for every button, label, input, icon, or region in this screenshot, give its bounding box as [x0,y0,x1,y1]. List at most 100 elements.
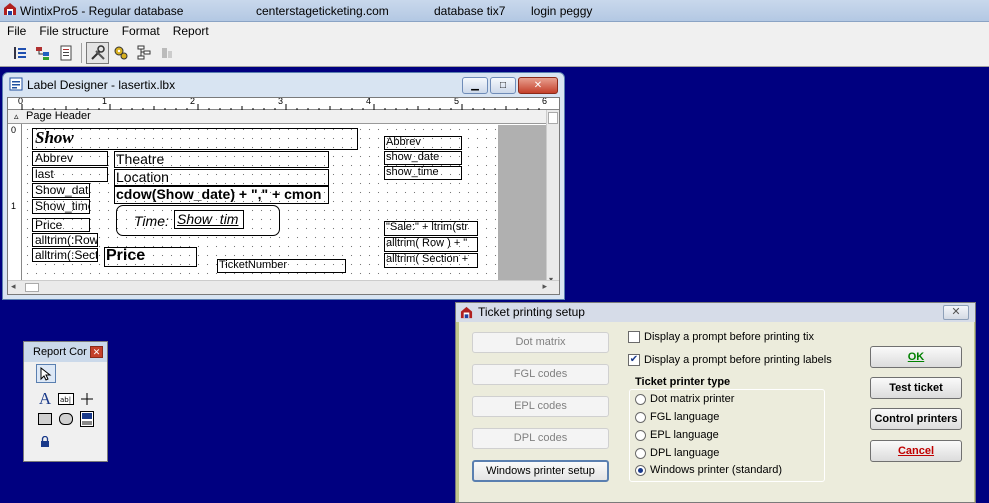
radio-label: Dot matrix printer [650,393,735,405]
band-collapse-icon[interactable]: ▵ [14,110,19,123]
close-button[interactable]: ✕ [518,77,558,94]
radio-epl[interactable]: EPL language [635,429,719,441]
report-controls-close-icon[interactable]: ✕ [90,346,103,358]
ticket-setup-title-bar: Ticket printing setup ✕ [456,303,975,322]
field-show[interactable]: Show [32,128,358,150]
band-label: Page Header [26,110,91,122]
field-last[interactable]: last [32,167,108,182]
radio-dpl[interactable]: DPL language [635,447,719,459]
vertical-scrollbar[interactable]: ▾ [546,110,559,284]
field-alltrim-row-right[interactable]: alltrim( Row ) + " [384,237,478,252]
ticket-setup-close-icon[interactable]: ✕ [943,305,969,320]
prompt-labels-checkbox[interactable]: ✔ Display a prompt before printing label… [628,354,832,366]
ok-button[interactable]: OK [870,346,962,368]
field-alltrim-row-left[interactable]: alltrim(:Row [32,233,98,247]
rectangle-tool-icon[interactable] [36,411,54,427]
label-designer-body: 0 1 2 3 4 5 6 ▵ Page Header 0 1 Show Abb… [7,97,560,295]
radio-circle[interactable] [635,429,646,441]
pointer-tool-icon[interactable] [36,364,56,383]
gears-icon[interactable] [109,42,132,64]
lock-icon[interactable] [36,434,54,450]
control-printers-button[interactable]: Control printers [870,408,962,430]
label-designer-window: Label Designer - lasertix.lbx ▁ □ ✕ 0 1 … [2,72,565,300]
field-alltrim-section-right[interactable]: alltrim( Section + [384,253,478,268]
field-tool-icon[interactable]: ab| [57,392,75,406]
minimize-icon: ▁ [471,80,479,91]
checkbox-box[interactable] [628,331,640,343]
minimize-button[interactable]: ▁ [462,77,488,94]
radio-windows-printer[interactable]: Windows printer (standard) [635,464,782,476]
field-alltrim-sect-left[interactable]: alltrim(:Sect [32,248,98,262]
menu-file[interactable]: File [0,24,32,38]
document-icon[interactable] [54,42,77,64]
radio-circle[interactable] [635,393,646,405]
rounded-rectangle-tool-icon[interactable] [57,411,75,427]
vertical-ruler: 0 1 [8,124,22,282]
windows-printer-setup-button[interactable]: Windows printer setup [472,460,609,482]
flowchart-icon[interactable] [132,42,155,64]
test-ticket-button[interactable]: Test ticket [870,377,962,399]
menu-report[interactable]: Report [166,24,215,38]
field-location[interactable]: Location [114,169,329,186]
field-show-date-left[interactable]: Show_date [32,183,90,198]
menu-format[interactable]: Format [115,24,166,38]
hscroll-thumb[interactable] [25,283,39,292]
field-sale-expression[interactable]: "Sale:" + ltrim(str [384,221,478,236]
radio-fgl[interactable]: FGL language [635,411,719,423]
label-margin-area [498,125,548,281]
field-show-time-right[interactable]: show_time [384,166,462,180]
field-price-big[interactable]: Price [104,247,197,267]
radio-label: EPL language [650,429,719,441]
field-theatre[interactable]: Theatre [114,151,329,168]
scroll-thumb[interactable] [548,112,558,124]
dpl-codes-button[interactable]: DPL codes [472,428,609,449]
label-tool-icon[interactable]: A [36,389,54,408]
scroll-left-arrow-icon[interactable]: ◂ [11,281,16,292]
label-canvas[interactable]: Show Abbrev last Show_date Show_time Pri… [23,125,498,281]
tree-icon[interactable] [31,42,54,64]
line-tool-icon[interactable] [78,390,96,408]
ruler-number: 6 [542,97,548,106]
horizontal-ruler: 0 1 2 3 4 5 6 [8,97,559,110]
fgl-codes-button[interactable]: FGL codes [472,364,609,385]
scroll-right-arrow-icon[interactable]: ▸ [542,281,547,292]
field-abbrev-left[interactable]: Abbrev [32,151,108,166]
field-price-small[interactable]: Price [32,218,90,232]
field-cdow-expression[interactable]: cdow(Show_date) + "," + cmon [114,186,329,204]
radio-dot-matrix[interactable]: Dot matrix printer [635,393,734,405]
ticket-printing-setup-window: Ticket printing setup ✕ Dot matrix FGL c… [455,302,976,503]
page-header-band[interactable]: ▵ Page Header [8,110,548,124]
checkmark-icon[interactable]: ✔ [628,354,640,366]
time-label: Time: [134,213,169,229]
radio-circle-selected[interactable] [635,464,646,476]
horizontal-scrollbar[interactable]: ◂ ▸ [8,280,559,294]
radio-circle[interactable] [635,447,646,459]
field-show-date-right[interactable]: show_date [384,151,462,165]
radio-circle[interactable] [635,411,646,423]
epl-codes-button[interactable]: EPL codes [472,396,609,417]
maximize-icon: □ [499,80,507,91]
menu-file-structure[interactable]: File structure [32,24,114,38]
field-abbrev-right[interactable]: Abbrev [384,136,462,150]
ticket-setup-body: Dot matrix FGL codes EPL codes DPL codes… [459,322,974,502]
cancel-button[interactable]: Cancel [870,440,962,462]
dot-matrix-button[interactable]: Dot matrix [472,332,609,353]
field-show-time-left[interactable]: Show_time [32,199,90,214]
radio-label: DPL language [650,447,720,459]
ruler-number: 5 [454,97,460,106]
list-icon[interactable] [8,42,31,64]
picture-tool-icon[interactable] [78,410,96,428]
menu-bar: File File structure Format Report [0,22,989,39]
ruler-number: 3 [278,97,284,106]
field-ticket-number[interactable]: TicketNumber [217,259,346,273]
designer-icon [9,77,23,94]
app-theater-icon [3,2,17,19]
report-controls-title: Report Cor [33,346,87,358]
field-show-time[interactable]: Show_tim [174,210,244,229]
tools-icon[interactable] [86,41,109,64]
report-controls-title-bar: Report Cor ✕ [24,342,107,362]
time-rounded-box[interactable]: Time: Show_tim [116,205,280,236]
prompt-tix-checkbox[interactable]: Display a prompt before printing tix [628,331,814,343]
ruler-number: 1 [11,201,17,211]
maximize-button[interactable]: □ [490,77,516,94]
